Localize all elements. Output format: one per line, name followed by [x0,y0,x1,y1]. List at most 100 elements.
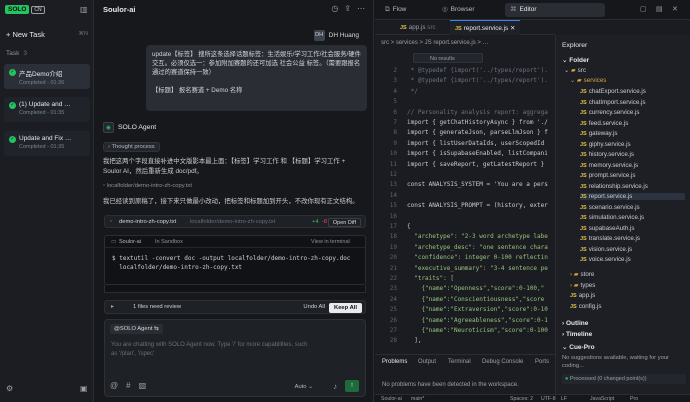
agent-chip[interactable]: @SOLO Agent ⇆ [110,324,163,334]
split-icon[interactable]: ▢ [640,5,647,13]
close-icon[interactable]: ✕ [672,5,678,13]
thought-process-toggle[interactable]: › Thought process [103,142,160,152]
tree-file[interactable]: JS vision.service.js [580,246,685,253]
microphone-icon[interactable]: ♪ [333,382,337,391]
tab-terminal[interactable]: Terminal [448,359,471,365]
tree-label: supabaseAuth.js [588,224,635,232]
task-item[interactable]: ✓ (1) Update and … Completed - 01:35 [4,97,90,122]
tree-file[interactable]: JS scenario.service.js [580,204,685,211]
tab-browser[interactable]: ◎ Browser [437,3,481,17]
code-line: "executive_summary": "3-4 sentence pe [407,264,548,272]
code-line: {"name":"Extraversion","score":0-10 [407,306,548,314]
tree-file[interactable]: JS chatExport.service.js [580,88,685,95]
line-number: 2 [393,67,397,74]
status-eol[interactable]: LF [561,396,567,402]
task-item[interactable]: ✓ Update and Fix … Completed - 01:35 [4,131,90,156]
image-icon[interactable]: ▨ [139,381,147,390]
tab-ports[interactable]: Ports [535,359,549,365]
mention-icon[interactable]: @ [110,381,118,390]
status-encoding[interactable]: UTF-8 [541,396,556,402]
tree-file[interactable]: JS supabaseAuth.js [580,225,685,232]
tab-label: Editor [519,6,537,13]
keep-all-button[interactable]: Keep All [329,302,362,313]
line-number: 21 [389,264,397,272]
tree-file[interactable]: JS relationship.service.js [580,183,685,190]
tree-label: voice.service.js [588,256,631,263]
layout-icon[interactable]: ▣ [80,384,88,394]
tree-file[interactable]: JS report.service.js [580,193,685,200]
tree-file[interactable]: JS voice.service.js [580,256,685,263]
undo-all-button[interactable]: Undo All [303,304,325,310]
line-number: 10 [389,150,397,158]
tree-file[interactable]: JS translate.service.js [580,235,685,242]
tree-file[interactable]: JS memory.service.js [580,162,685,169]
review-text: 1 files need review [133,304,182,310]
js-icon: JS [580,152,587,158]
tab-editor[interactable]: ⌘ Editor [505,3,605,17]
task-count: 3 [23,50,27,57]
find-result: No results [430,55,455,62]
tree-file[interactable]: JS chatImport.service.js [580,99,685,106]
tab-flow[interactable]: ⧉ Flow [380,3,412,17]
tree-folder-src[interactable]: ⌄ ▰ src [564,67,586,74]
chevron-icon[interactable]: ▸ [111,304,114,310]
folder-icon: › ▰ [570,281,579,289]
history-icon[interactable]: ◷ [331,4,338,14]
close-icon[interactable]: ✕ [510,25,515,32]
folder-section[interactable]: ⌄ Folder [562,56,589,64]
tree-entry[interactable]: › ▰ types [570,282,595,289]
tree-file[interactable]: JS gateway.js [580,130,685,137]
task-item[interactable]: ✓ 产品Demo介绍 Completed - 01:36 [4,64,90,89]
file-link[interactable]: ▫ localfolder/demo-intro-zh-copy.txt [103,183,192,189]
tree-file[interactable]: JS currency.service.js [580,109,685,116]
cue-pro-section[interactable]: ⌄ Cue-Pro [562,343,595,351]
js-icon: JS [580,194,587,200]
panel-icon[interactable]: ▤ [656,5,663,13]
status-pro[interactable]: Pro [630,396,638,402]
new-task-label: + New Task [6,29,45,39]
status-workspace[interactable]: Soulor-ai [381,396,402,402]
sidebar-toggle-icon[interactable]: ▥ [80,5,88,15]
tree-file[interactable]: JS prompt.service.js [580,172,685,179]
tree-label: relationship.service.js [588,182,648,190]
find-widget[interactable]: No results [413,53,483,63]
outline-section[interactable]: › Outline [562,320,588,327]
timeline-section[interactable]: › Timeline [562,331,592,338]
tree-entry[interactable]: JS app.js [570,292,595,299]
status-language[interactable]: JavaScript [590,396,614,402]
tab-problems[interactable]: Problems [382,359,407,365]
chat-title: Soulor-ai [103,5,136,14]
tree-entry[interactable]: JS config.js [570,303,601,310]
new-task-button[interactable]: + New Task ⌘N [6,28,88,40]
tree-folder-services[interactable]: ⌄ ▰ services [570,77,606,84]
terminal-card-tail [104,285,366,293]
user-header: DH DH Huang [313,30,359,41]
file-tab-report[interactable]: JS report.service.js ✕ [450,20,521,35]
chat-input[interactable]: @SOLO Agent ⇆ You are chatting with SOLO… [104,319,366,397]
share-icon[interactable]: ⇪ [344,4,351,14]
tree-file[interactable]: JS feed.service.js [580,120,685,127]
tab-debug-console[interactable]: Debug Console [482,359,523,365]
status-branch[interactable]: main* [411,396,424,402]
tree-entry[interactable]: › ▰ store [570,271,594,278]
send-button[interactable]: ↑ [345,380,359,392]
line-number: 20 [389,254,397,262]
code-editor[interactable]: 2 * @typedef {import('../types/report').… [375,63,553,353]
task-section-header: Task 3 [6,50,27,57]
hash-icon[interactable]: # [126,381,130,390]
tab-output[interactable]: Output [418,359,436,365]
model-select[interactable]: Auto ⌄ [295,384,313,390]
file-tab-app[interactable]: JS app.js src [395,20,441,35]
settings-icon[interactable]: ⚙ [6,384,13,394]
line-number: 18 [389,233,397,241]
open-diff-button[interactable]: Open Diff [327,217,361,227]
tree-file[interactable]: JS simulation.service.js [580,214,685,221]
tree-file[interactable]: JS history.service.js [580,151,685,158]
more-icon[interactable]: ⋯ [357,4,365,14]
view-in-terminal-link[interactable]: View in terminal [311,239,350,245]
tree-label: types [580,281,596,289]
js-icon: JS [455,26,462,32]
tree-label: translate.service.js [588,235,640,242]
tree-file[interactable]: JS giphy.service.js [580,141,685,148]
status-spaces[interactable]: Spaces: 2 [510,396,533,402]
